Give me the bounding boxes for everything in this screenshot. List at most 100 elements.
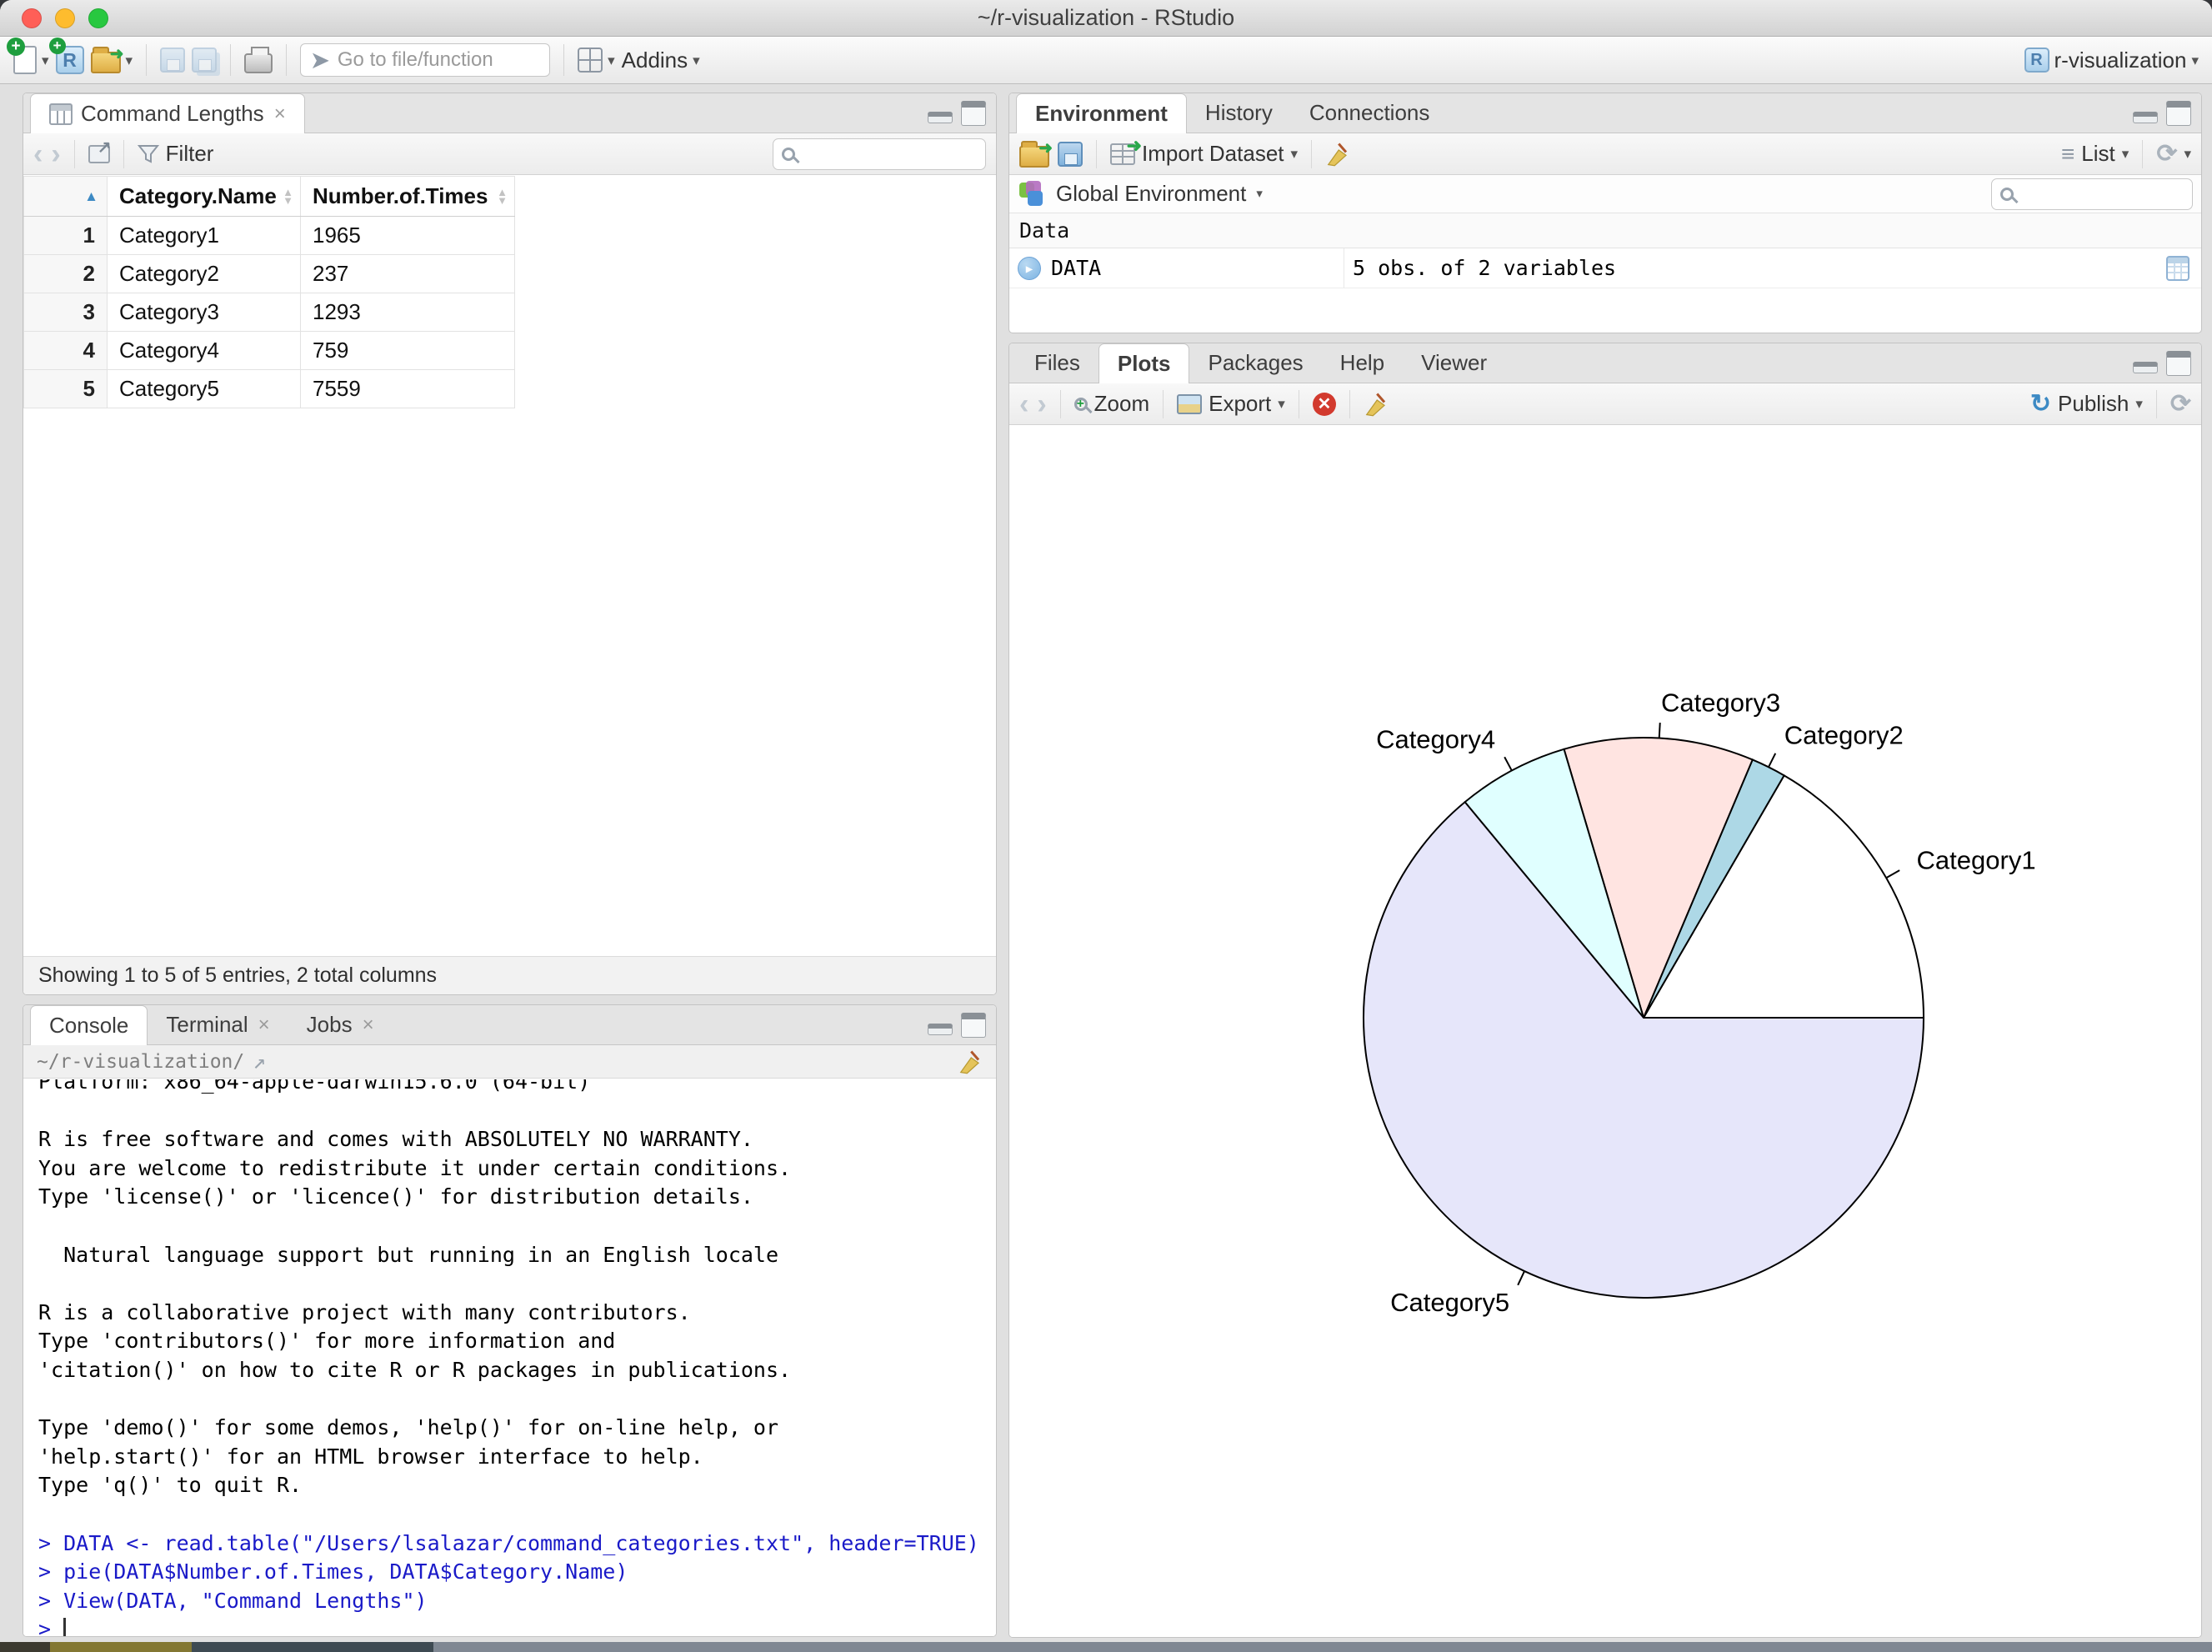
viewer-search-box[interactable]	[773, 138, 986, 170]
goto-file-input[interactable]	[337, 48, 540, 72]
environment-search-box[interactable]	[1991, 178, 2193, 210]
console-pane: Console Terminal × Jobs × ~/r-visualizat…	[23, 1004, 997, 1637]
environment-toolbar: Import Dataset ▾ ≡ List ▾ ⟳ ▾	[1009, 133, 2201, 175]
clear-environment-icon[interactable]	[1325, 142, 1350, 167]
addins-label: Addins	[621, 47, 688, 73]
tab-connections[interactable]: Connections	[1291, 93, 1449, 133]
new-project-button[interactable]: R	[48, 38, 84, 74]
tab-jobs[interactable]: Jobs ×	[288, 1005, 393, 1044]
print-button[interactable]	[244, 47, 273, 73]
chevron-down-icon[interactable]: ▾	[126, 53, 133, 68]
pie-slice-label: Category2	[1784, 721, 1904, 750]
refresh-plot-icon[interactable]: ⟳	[2170, 389, 2191, 418]
save-workspace-icon[interactable]	[1058, 141, 1083, 167]
minimize-pane-icon[interactable]	[2133, 361, 2158, 373]
export-plot-button[interactable]: Export ▾	[1177, 391, 1285, 417]
chevron-down-icon[interactable]: ▾	[2135, 397, 2143, 411]
column-header-category-name[interactable]: Category.Name ▲ ▼	[107, 176, 301, 217]
import-dataset-button[interactable]: Import Dataset ▾	[1110, 135, 1299, 167]
table-row[interactable]: 3 Category3 1293	[23, 293, 515, 332]
save-button[interactable]	[160, 48, 186, 73]
chevron-down-icon[interactable]: ▾	[42, 53, 49, 68]
table-row[interactable]: 4 Category4 759	[23, 331, 515, 370]
chevron-down-icon[interactable]: ▾	[1256, 188, 1263, 200]
table-row[interactable]: 1 Category1 1965	[23, 216, 515, 255]
list-view-button[interactable]: ≡ List ▾	[2061, 141, 2129, 168]
goto-file-box[interactable]: ➤	[300, 43, 551, 77]
maximize-pane-icon[interactable]	[961, 100, 986, 126]
chevron-down-icon[interactable]: ▾	[608, 53, 615, 68]
forward-icon[interactable]: ›	[51, 140, 60, 168]
project-menu-button[interactable]: R r-visualization ▾	[2024, 48, 2199, 73]
toolbar-separator	[286, 44, 288, 76]
table-row[interactable]: 2 Category2 237	[23, 254, 515, 293]
chevron-down-icon[interactable]: ▾	[1278, 397, 1285, 411]
close-window-button[interactable]	[22, 8, 42, 28]
pane-layout-button[interactable]: ▾	[578, 48, 615, 73]
minimize-window-button[interactable]	[55, 8, 75, 28]
remove-plot-icon[interactable]: ✕	[1312, 392, 1336, 416]
tab-command-lengths[interactable]: Command Lengths ×	[30, 93, 305, 133]
save-all-button[interactable]	[192, 48, 218, 73]
times-cell: 7559	[300, 369, 515, 408]
view-data-icon[interactable]	[2166, 255, 2189, 281]
clear-console-icon[interactable]	[958, 1049, 983, 1074]
column-header-number-of-times[interactable]: Number.of.Times ▲ ▼	[300, 176, 515, 217]
open-folder-icon	[90, 43, 124, 73]
maximize-pane-icon[interactable]	[2166, 350, 2191, 376]
tab-terminal[interactable]: Terminal ×	[148, 1005, 288, 1044]
new-file-button[interactable]: ▾	[7, 38, 49, 74]
close-icon[interactable]: ×	[258, 1014, 270, 1037]
refresh-environment-button[interactable]: ⟳ ▾	[2156, 139, 2191, 168]
close-icon[interactable]: ×	[274, 103, 286, 126]
close-icon[interactable]: ×	[363, 1014, 374, 1037]
maximize-pane-icon[interactable]	[2166, 100, 2191, 126]
scope-selector[interactable]: Global Environment	[1056, 181, 1246, 207]
pie-label-tick	[1768, 753, 1777, 768]
maximize-pane-icon[interactable]	[961, 1012, 986, 1038]
environment-search-input[interactable]	[2020, 183, 2184, 205]
expand-object-icon[interactable]: ▶	[1018, 256, 1041, 280]
zoom-plot-button[interactable]: Zoom	[1073, 391, 1149, 417]
open-file-button[interactable]: ▾	[90, 43, 133, 73]
chevron-down-icon[interactable]: ▾	[2122, 147, 2129, 161]
next-plot-icon[interactable]: ›	[1037, 390, 1046, 418]
open-in-new-window-icon[interactable]	[88, 137, 112, 163]
addins-button[interactable]: Addins ▾	[622, 48, 700, 73]
tab-packages[interactable]: Packages	[1189, 343, 1321, 383]
filter-button[interactable]: Filter	[137, 141, 213, 167]
chevron-down-icon[interactable]: ▾	[2191, 53, 2199, 68]
table-row[interactable]: 5 Category5 7559	[23, 369, 515, 408]
object-name: DATA	[1051, 256, 1102, 280]
goto-directory-icon[interactable]: ↗	[253, 1049, 266, 1074]
tab-environment[interactable]: Environment	[1016, 93, 1187, 133]
tab-history[interactable]: History	[1187, 93, 1291, 133]
tab-files[interactable]: Files	[1016, 343, 1098, 383]
tab-plots[interactable]: Plots	[1098, 343, 1190, 383]
chevron-down-icon[interactable]: ▾	[2184, 147, 2191, 161]
viewer-tabstrip: Command Lengths ×	[23, 93, 996, 133]
tab-help[interactable]: Help	[1322, 343, 1403, 383]
zoom-window-button[interactable]	[88, 8, 108, 28]
minimize-pane-icon[interactable]	[928, 111, 953, 123]
row-number-header[interactable]: ▲	[23, 176, 108, 217]
clear-all-plots-icon[interactable]	[1364, 392, 1389, 417]
back-icon[interactable]: ‹	[33, 140, 43, 168]
viewer-search-input[interactable]	[802, 143, 977, 165]
publish-button[interactable]: ↻ Publish ▾	[2030, 389, 2143, 418]
tab-console[interactable]: Console	[30, 1005, 148, 1045]
console-output[interactable]: Platform: x86_64-apple-darwin15.6.0 (64-…	[23, 1079, 996, 1636]
environment-object-row[interactable]: ▶ DATA 5 obs. of 2 variables	[1009, 248, 2201, 288]
sort-icons[interactable]: ▲ ▼	[497, 187, 508, 206]
chevron-down-icon[interactable]: ▾	[1291, 147, 1299, 161]
tab-viewer[interactable]: Viewer	[1403, 343, 1505, 383]
previous-plot-icon[interactable]: ‹	[1019, 390, 1028, 418]
titlebar: ~/r-visualization - RStudio	[0, 0, 2212, 37]
minimize-pane-icon[interactable]	[928, 1023, 953, 1035]
sort-icons[interactable]: ▲ ▼	[283, 187, 293, 206]
pie-label-tick	[1885, 869, 1900, 879]
chevron-down-icon[interactable]: ▾	[693, 53, 700, 68]
tab-label: Jobs	[306, 1012, 353, 1037]
minimize-pane-icon[interactable]	[2133, 111, 2158, 123]
load-workspace-icon[interactable]	[1019, 138, 1053, 168]
